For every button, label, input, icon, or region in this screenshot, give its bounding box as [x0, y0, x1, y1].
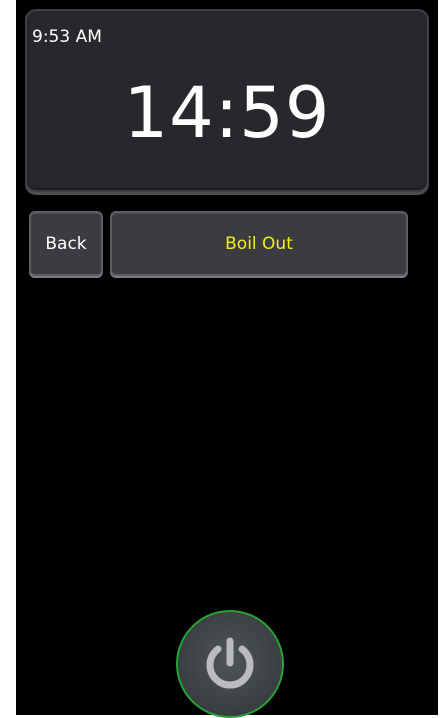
- current-time: 9:53 AM: [32, 27, 102, 47]
- step-button[interactable]: Boil Out: [110, 211, 408, 276]
- power-icon: [199, 633, 261, 695]
- step-button-label: Boil Out: [225, 233, 293, 254]
- countdown-timer: 14:59: [123, 72, 331, 154]
- power-button[interactable]: [176, 610, 284, 718]
- timer-panel: 9:53 AM 14:59: [25, 9, 429, 192]
- app-screen: 9:53 AM 14:59 Back Boil Out: [16, 0, 438, 718]
- back-button-label: Back: [45, 233, 87, 254]
- back-button[interactable]: Back: [29, 211, 103, 276]
